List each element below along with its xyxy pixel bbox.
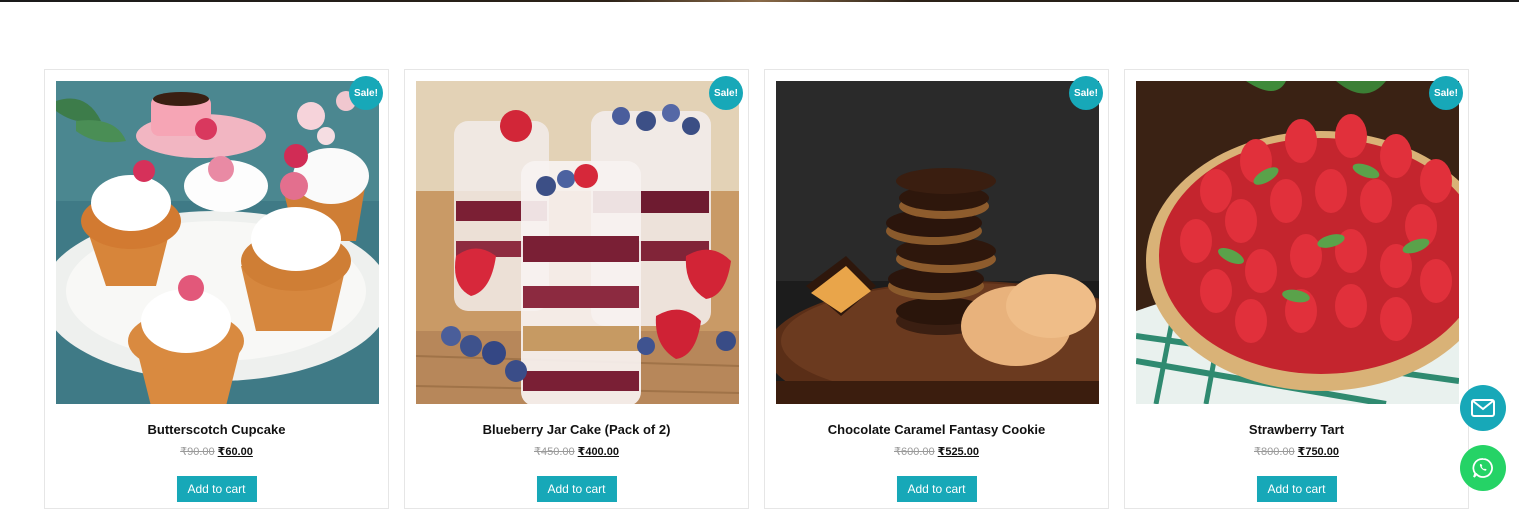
regular-price: ₹800.00: [1254, 446, 1295, 458]
add-to-cart-button[interactable]: Add to cart: [1256, 476, 1337, 502]
sale-badge: Sale!: [349, 76, 383, 110]
product-price: ₹90.00 ₹60.00: [45, 445, 388, 458]
add-to-cart-button[interactable]: Add to cart: [176, 476, 257, 502]
cupcakes-photo: [56, 81, 379, 404]
cookie-stack-photo: [776, 81, 1099, 404]
product-price: ₹600.00 ₹525.00: [765, 445, 1108, 458]
product-title[interactable]: Chocolate Caramel Fantasy Cookie: [765, 422, 1108, 437]
hero-bottom-edge: [0, 0, 1519, 2]
sale-badge: Sale!: [1069, 76, 1103, 110]
product-grid: Sale! Butterscotch Cupcake ₹90.00 ₹60.00 …: [44, 69, 1469, 509]
sale-price: ₹525.00: [937, 446, 979, 458]
product-image-jar-cake[interactable]: [416, 81, 739, 404]
jar-cake-photo: [416, 81, 739, 404]
product-card: Sale! Strawberry Tart ₹800.00 ₹750.00 Add…: [1124, 69, 1469, 509]
regular-price: ₹90.00: [180, 446, 215, 458]
add-to-cart-button[interactable]: Add to cart: [896, 476, 977, 502]
product-card: Sale! Blueberry Jar Cake (Pack of 2) ₹45…: [404, 69, 749, 509]
sale-badge: Sale!: [1429, 76, 1463, 110]
sale-price: ₹60.00: [217, 446, 253, 458]
whatsapp-button[interactable]: [1460, 445, 1506, 491]
regular-price: ₹450.00: [534, 446, 575, 458]
product-price: ₹800.00 ₹750.00: [1125, 445, 1468, 458]
product-image-cookie[interactable]: [776, 81, 1099, 404]
product-title[interactable]: Strawberry Tart: [1125, 422, 1468, 437]
sale-price: ₹750.00: [1297, 446, 1339, 458]
product-card: Sale! Butterscotch Cupcake ₹90.00 ₹60.00 …: [44, 69, 389, 509]
product-title[interactable]: Blueberry Jar Cake (Pack of 2): [405, 422, 748, 437]
product-price: ₹450.00 ₹400.00: [405, 445, 748, 458]
regular-price: ₹600.00: [894, 446, 935, 458]
product-image-cupcakes[interactable]: [56, 81, 379, 404]
product-card: Sale! Chocolate Caramel Fantasy Cookie ₹…: [764, 69, 1109, 509]
sale-price: ₹400.00: [577, 446, 619, 458]
add-to-cart-button[interactable]: Add to cart: [536, 476, 617, 502]
mail-button[interactable]: [1460, 385, 1506, 431]
mail-icon: [1471, 399, 1495, 417]
strawberry-tart-photo: [1136, 81, 1459, 404]
whatsapp-icon: [1472, 458, 1493, 478]
sale-badge: Sale!: [709, 76, 743, 110]
product-title[interactable]: Butterscotch Cupcake: [45, 422, 388, 437]
product-image-strawberry-tart[interactable]: [1136, 81, 1459, 404]
